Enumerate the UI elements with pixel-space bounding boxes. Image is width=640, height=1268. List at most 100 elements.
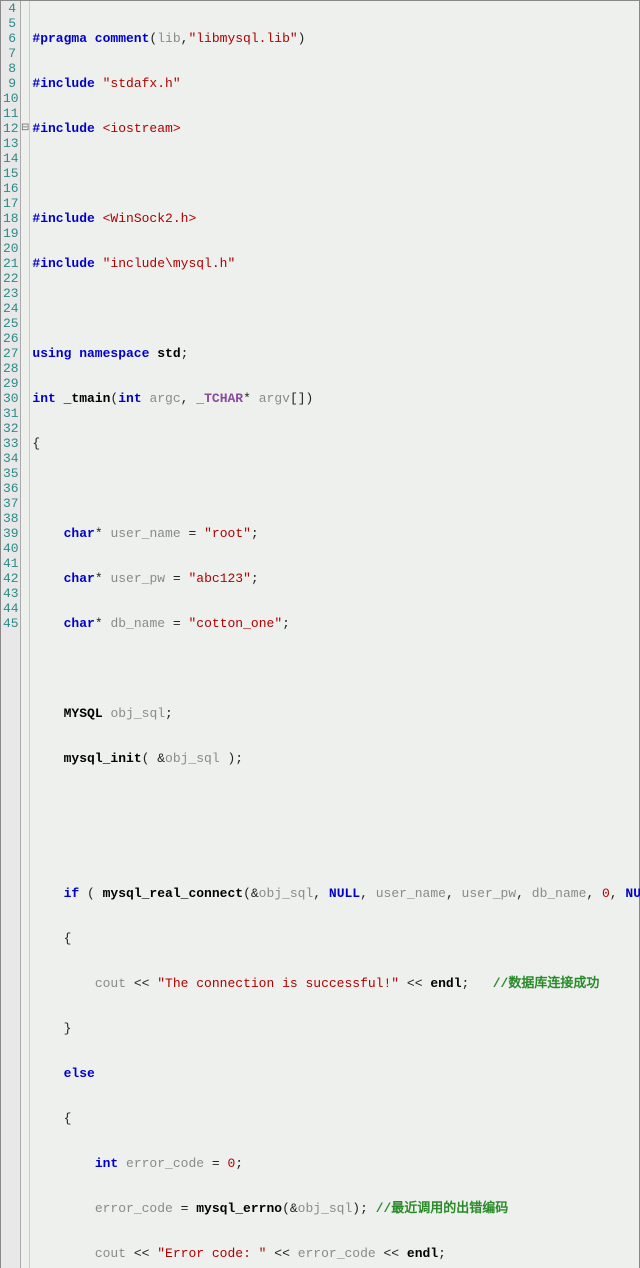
- line-number: 24: [3, 301, 16, 316]
- code-line: cout << "The connection is successful!" …: [32, 976, 640, 991]
- line-number: 12: [3, 121, 16, 136]
- fold-marker: [21, 496, 29, 511]
- fold-marker: [21, 391, 29, 406]
- fold-marker: [21, 616, 29, 631]
- code-line: [32, 481, 640, 496]
- fold-marker: [21, 16, 29, 31]
- line-number: 21: [3, 256, 16, 271]
- code-line: error_code = mysql_errno(&obj_sql); //最近…: [32, 1201, 640, 1216]
- code-line: int _tmain(int argc, _TCHAR* argv[]): [32, 391, 640, 406]
- line-number: 23: [3, 286, 16, 301]
- line-number: 36: [3, 481, 16, 496]
- fold-marker: [21, 151, 29, 166]
- code-line: char* user_pw = "abc123";: [32, 571, 640, 586]
- code-line: int error_code = 0;: [32, 1156, 640, 1171]
- line-number: 34: [3, 451, 16, 466]
- line-number: 37: [3, 496, 16, 511]
- line-number: 11: [3, 106, 16, 121]
- code-line: #include <WinSock2.h>: [32, 211, 640, 226]
- code-area[interactable]: #pragma comment(lib,"libmysql.lib") #inc…: [30, 1, 640, 1268]
- line-number: 15: [3, 166, 16, 181]
- fold-marker: [21, 421, 29, 436]
- line-number: 4: [3, 1, 16, 16]
- fold-marker: [21, 256, 29, 271]
- line-number: 18: [3, 211, 16, 226]
- fold-marker: [21, 586, 29, 601]
- fold-marker: [21, 121, 29, 136]
- line-number: 27: [3, 346, 16, 361]
- code-line: [32, 841, 640, 856]
- line-number: 31: [3, 406, 16, 421]
- fold-marker: [21, 226, 29, 241]
- line-number: 42: [3, 571, 16, 586]
- line-number: 30: [3, 391, 16, 406]
- line-number: 38: [3, 511, 16, 526]
- fold-marker: [21, 361, 29, 376]
- code-line: mysql_init( &obj_sql );: [32, 751, 640, 766]
- fold-marker: [21, 76, 29, 91]
- line-number-gutter: 4567891011121314151617181920212223242526…: [1, 1, 21, 1268]
- fold-marker: [21, 541, 29, 556]
- line-number: 9: [3, 76, 16, 91]
- fold-column: [21, 1, 30, 1268]
- line-number: 40: [3, 541, 16, 556]
- fold-marker: [21, 166, 29, 181]
- code-line: [32, 796, 640, 811]
- line-number: 10: [3, 91, 16, 106]
- fold-marker: [21, 136, 29, 151]
- line-number: 20: [3, 241, 16, 256]
- code-line: #include <iostream>: [32, 121, 640, 136]
- code-line: #include "stdafx.h": [32, 76, 640, 91]
- line-number: 45: [3, 616, 16, 631]
- code-line: [32, 166, 640, 181]
- fold-marker: [21, 211, 29, 226]
- fold-marker: [21, 286, 29, 301]
- line-number: 26: [3, 331, 16, 346]
- fold-marker: [21, 451, 29, 466]
- fold-marker: [21, 526, 29, 541]
- code-line: [32, 661, 640, 676]
- line-number: 28: [3, 361, 16, 376]
- line-number: 39: [3, 526, 16, 541]
- fold-marker: [21, 301, 29, 316]
- fold-marker: [21, 271, 29, 286]
- fold-marker: [21, 31, 29, 46]
- fold-marker: [21, 46, 29, 61]
- line-number: 22: [3, 271, 16, 286]
- fold-marker: [21, 406, 29, 421]
- line-number: 41: [3, 556, 16, 571]
- line-number: 13: [3, 136, 16, 151]
- fold-marker: [21, 511, 29, 526]
- line-number: 8: [3, 61, 16, 76]
- fold-marker: [21, 556, 29, 571]
- line-number: 33: [3, 436, 16, 451]
- code-line: else: [32, 1066, 640, 1081]
- line-number: 7: [3, 46, 16, 61]
- fold-marker: [21, 241, 29, 256]
- fold-marker: [21, 571, 29, 586]
- line-number: 43: [3, 586, 16, 601]
- fold-marker: [21, 376, 29, 391]
- code-line: using namespace std;: [32, 346, 640, 361]
- fold-marker: [21, 466, 29, 481]
- line-number: 44: [3, 601, 16, 616]
- line-number: 19: [3, 226, 16, 241]
- line-number: 29: [3, 376, 16, 391]
- fold-marker: [21, 196, 29, 211]
- line-number: 35: [3, 466, 16, 481]
- line-number: 14: [3, 151, 16, 166]
- fold-marker: [21, 106, 29, 121]
- line-number: 5: [3, 16, 16, 31]
- code-line: cout << "Error code: " << error_code << …: [32, 1246, 640, 1261]
- code-editor[interactable]: 4567891011121314151617181920212223242526…: [0, 0, 640, 1268]
- code-line: }: [32, 1021, 640, 1036]
- fold-marker: [21, 61, 29, 76]
- line-number: 16: [3, 181, 16, 196]
- code-line: char* user_name = "root";: [32, 526, 640, 541]
- code-line: {: [32, 931, 640, 946]
- code-line: #pragma comment(lib,"libmysql.lib"): [32, 31, 640, 46]
- code-line: [32, 301, 640, 316]
- code-line: #include "include\mysql.h": [32, 256, 640, 271]
- code-line: {: [32, 1111, 640, 1126]
- code-line: {: [32, 436, 640, 451]
